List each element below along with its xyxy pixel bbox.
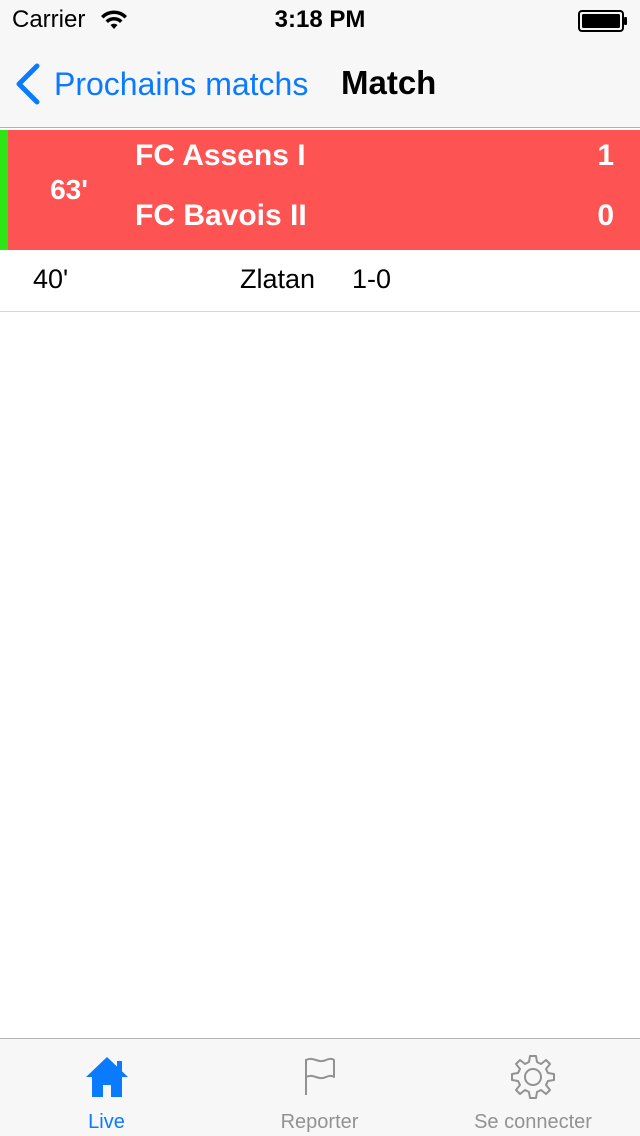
home-team-name: FC Assens I: [135, 139, 306, 172]
live-status-indicator: [0, 130, 8, 250]
tab-live-label: Live: [88, 1111, 125, 1133]
clock-label: 3:18 PM: [274, 6, 366, 33]
event-minute: 40': [33, 264, 69, 294]
page-title: Match: [341, 64, 437, 101]
match-minute: 63': [50, 174, 88, 205]
navigation-bar: Prochains matchs Match: [0, 40, 640, 128]
tab-se-connecter-label: Se connecter: [474, 1111, 592, 1133]
battery-icon: [578, 10, 627, 32]
flag-icon: [304, 1057, 335, 1095]
tab-reporter[interactable]: Reporter: [213, 1039, 426, 1136]
match-screen: Carrier 3:18 PM Prochains matchs Match 6…: [0, 0, 640, 1136]
chevron-left-icon: [16, 63, 40, 105]
home-icon: [85, 1057, 128, 1097]
tab-reporter-label: Reporter: [280, 1111, 359, 1133]
match-header: 63' FC Assens I 1 FC Bavois II 0: [0, 130, 640, 250]
tab-bar: Live Reporter Se connecter: [0, 1038, 640, 1136]
tab-live[interactable]: Live: [0, 1039, 213, 1136]
event-score: 1-0: [352, 264, 392, 294]
away-team-name: FC Bavois II: [135, 199, 307, 232]
gear-icon: [511, 1055, 555, 1099]
away-team-score: 0: [597, 199, 614, 232]
home-team-score: 1: [597, 139, 614, 172]
event-player: Zlatan: [240, 264, 316, 294]
event-row: 40' Zlatan 1-0: [0, 250, 640, 312]
status-bar: Carrier 3:18 PM: [0, 0, 640, 40]
back-button-label: Prochains matchs: [54, 65, 309, 102]
tab-se-connecter[interactable]: Se connecter: [426, 1039, 640, 1136]
back-button[interactable]: Prochains matchs: [14, 62, 308, 106]
